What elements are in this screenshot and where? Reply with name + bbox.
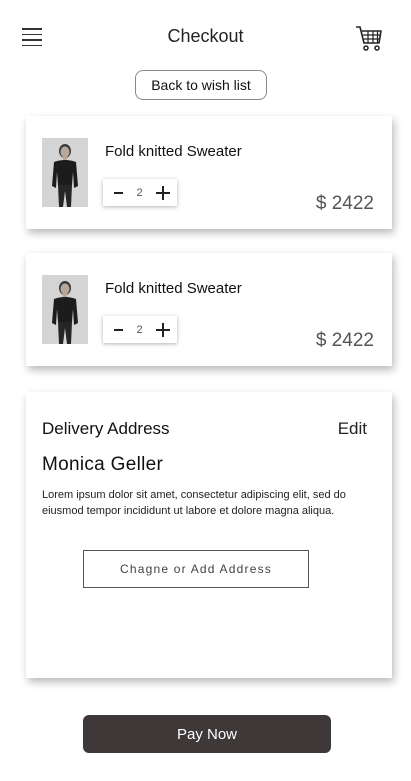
plus-icon[interactable] bbox=[156, 322, 170, 337]
product-price: $ 2422 bbox=[315, 330, 374, 351]
quantity-value: 2 bbox=[136, 323, 143, 336]
cart-item-card: Fold knitted Sweater 2 $ 2422 bbox=[26, 116, 392, 229]
delivery-title: Delivery Address bbox=[42, 419, 170, 438]
product-name: Fold knitted Sweater bbox=[105, 280, 242, 297]
back-to-wishlist-button[interactable]: Back to wish list bbox=[135, 70, 267, 100]
cart-item-card: Fold knitted Sweater 2 $ 2422 bbox=[26, 253, 392, 366]
minus-icon[interactable] bbox=[114, 328, 123, 331]
address-text: Lorem ipsum dolor sit amet, consectetur … bbox=[42, 489, 346, 517]
pay-now-button[interactable]: Pay Now bbox=[83, 715, 331, 753]
quantity-stepper: 2 bbox=[103, 179, 177, 206]
page-title: Checkout bbox=[167, 26, 244, 46]
shopping-cart-icon[interactable] bbox=[355, 23, 383, 53]
quantity-stepper: 2 bbox=[103, 316, 177, 343]
product-image[interactable] bbox=[42, 138, 88, 207]
recipient-name: Monica Geller bbox=[42, 454, 164, 475]
product-image[interactable] bbox=[42, 275, 88, 344]
plus-icon[interactable] bbox=[156, 185, 170, 200]
minus-icon[interactable] bbox=[114, 191, 123, 194]
delivery-address-card: Delivery Address Edit Monica Geller Lore… bbox=[26, 392, 392, 678]
edit-address-link[interactable]: Edit bbox=[338, 419, 367, 439]
quantity-value: 2 bbox=[136, 186, 143, 199]
product-name: Fold knitted Sweater bbox=[105, 143, 242, 160]
product-price: $ 2422 bbox=[315, 193, 374, 214]
change-address-button[interactable]: Chagne or Add Address bbox=[83, 550, 309, 588]
